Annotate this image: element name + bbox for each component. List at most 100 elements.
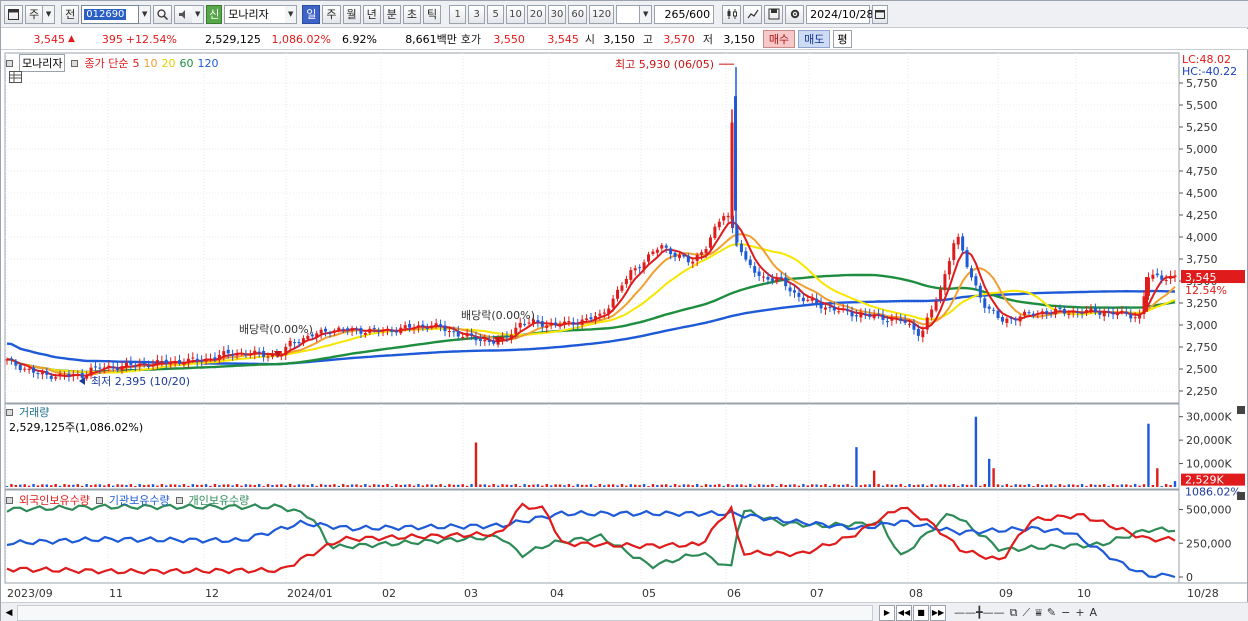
period-month[interactable]: 월 <box>342 4 361 24</box>
candle-body <box>186 358 190 364</box>
horizontal-scrollbar[interactable] <box>17 604 873 621</box>
calendar-icon[interactable] <box>872 4 889 24</box>
period-day[interactable]: 일 <box>302 4 321 24</box>
interval-30[interactable]: 30 <box>547 4 567 24</box>
interval-3[interactable]: 3 <box>468 4 486 24</box>
volume-bar <box>868 484 871 487</box>
zoom-out-icon[interactable]: − <box>1061 606 1070 620</box>
ma-10-label[interactable]: 10 <box>143 57 157 70</box>
candle-type-icon[interactable] <box>722 4 742 24</box>
ma-120-label[interactable]: 120 <box>197 57 218 70</box>
stock-name-dropdown-icon[interactable]: ▼ <box>285 4 298 24</box>
candle-body <box>377 330 381 332</box>
candle-body <box>624 278 628 285</box>
institution-holding-label[interactable]: 기관보유수량 <box>109 492 170 508</box>
stock-code-dropdown-icon[interactable]: ▼ <box>139 4 152 24</box>
ma-5-label[interactable]: 5 <box>132 57 139 70</box>
market-type-select[interactable]: 주 <box>25 4 44 24</box>
date-field[interactable]: 2024/10/28 <box>806 4 874 24</box>
buy-button[interactable]: 매수 <box>762 30 796 48</box>
candle-body <box>368 328 372 333</box>
interval-1[interactable]: 1 <box>449 4 467 24</box>
indicator-icon[interactable] <box>743 4 763 24</box>
stock-name-legend[interactable]: 모나리자 <box>19 54 66 72</box>
period-year[interactable]: 년 <box>362 4 381 24</box>
interval-20[interactable]: 20 <box>526 4 546 24</box>
zoom-slider-icon[interactable]: ——╋—— <box>954 606 1005 620</box>
interval-custom-input[interactable] <box>616 4 641 24</box>
ma-20-label[interactable]: 20 <box>161 57 175 70</box>
volume-bar <box>1001 485 1004 487</box>
chart-area[interactable]: 5,750 5,500 5,250 5,000 4,750 4,500 4,250 4,000… <box>1 51 1248 602</box>
gear-icon[interactable] <box>785 4 805 24</box>
layout-icon[interactable]: ⧉ <box>1010 606 1018 620</box>
count-field[interactable]: 265/600 <box>654 4 715 24</box>
foreign-holding-label[interactable]: 외국인보유수량 <box>19 492 90 508</box>
stop-icon[interactable]: ■ <box>913 604 929 621</box>
interval-5[interactable]: 5 <box>487 4 505 24</box>
sell-button[interactable]: 매도 <box>798 30 831 48</box>
zoom-in-icon[interactable]: + <box>1075 606 1084 620</box>
play-icon[interactable]: ▶ <box>879 604 895 621</box>
candle-body <box>359 328 363 334</box>
volume-title[interactable]: 거래량 <box>19 404 49 420</box>
text-icon[interactable]: A <box>1090 606 1098 620</box>
speaker-icon[interactable] <box>174 4 194 24</box>
volume-bar <box>682 484 686 487</box>
candle-body <box>1111 311 1115 315</box>
rewind-icon[interactable]: ◀◀ <box>896 604 912 621</box>
speaker-dropdown-icon[interactable]: ▼ <box>192 4 205 24</box>
chart-window: 주 ▼ 전 012690 ▼ ▼ 신 모나리자 ▼ 일 주 월 년 분 초 틱 … <box>0 0 1248 621</box>
candle-body <box>890 318 894 321</box>
ma-60-label[interactable]: 60 <box>179 57 193 70</box>
ma-legend-label[interactable]: 종가 단순 <box>84 55 128 71</box>
prev-button[interactable]: 전 <box>61 4 80 24</box>
interval-120[interactable]: 120 <box>589 4 615 24</box>
fib-icon[interactable]: ⩸ <box>1035 606 1042 620</box>
period-week[interactable]: 주 <box>322 4 341 24</box>
holding-tick-label: 500,000 <box>1186 504 1232 517</box>
market-type-dropdown-icon[interactable]: ▼ <box>43 4 56 24</box>
toolbar: 주 ▼ 전 012690 ▼ ▼ 신 모나리자 ▼ 일 주 월 년 분 초 틱 … <box>1 1 1248 28</box>
candle-body <box>178 360 182 364</box>
volume-bar <box>284 485 287 487</box>
current-pct-tag-label: 12.54% <box>1185 284 1227 297</box>
interval-60[interactable]: 60 <box>568 4 588 24</box>
candle-body <box>638 267 642 269</box>
interval-10[interactable]: 10 <box>506 4 525 24</box>
y-tick-label: 5,750 <box>1186 77 1218 90</box>
candle-body <box>1062 309 1066 314</box>
period-second[interactable]: 초 <box>402 4 421 24</box>
volume-bar <box>359 485 363 487</box>
avg-button[interactable]: 평 <box>833 30 852 48</box>
candle-body <box>894 318 898 320</box>
volume-bar <box>27 485 31 487</box>
volume-bar <box>678 485 681 487</box>
volume-pct-tag-label: 1086.02% <box>1185 486 1241 499</box>
interval-dropdown-icon[interactable]: ▼ <box>640 4 653 24</box>
individual-holding-label[interactable]: 개인보유수량 <box>189 492 250 508</box>
quote-bar: 3,545 ▲ 395 +12.54% 2,529,125 1,086.02% … <box>1 29 1248 50</box>
volume-bar <box>72 484 75 487</box>
period-tick[interactable]: 틱 <box>423 4 442 24</box>
volume-bar <box>160 483 164 487</box>
candle-body <box>757 271 761 276</box>
save-icon[interactable] <box>764 4 784 24</box>
candle-body <box>107 365 111 367</box>
chart-canvas[interactable]: 5,750 5,500 5,250 5,000 4,750 4,500 4,250 4,000… <box>1 51 1248 602</box>
scroll-left-icon[interactable]: ◀ <box>1 605 17 621</box>
stock-code-input[interactable]: 012690 <box>81 4 140 24</box>
window-menu-icon[interactable] <box>4 4 23 24</box>
table-toggle-icon[interactable] <box>9 71 22 83</box>
period-minute[interactable]: 분 <box>382 4 401 24</box>
candle-body <box>1018 316 1022 322</box>
trend-line-icon[interactable]: ⟋ <box>1022 606 1030 620</box>
dividend-annotation-2: 배당락(0.00%) <box>461 309 535 322</box>
candle-body <box>1036 313 1040 315</box>
volume-bar <box>855 447 858 487</box>
pen-icon[interactable]: ✎ <box>1047 606 1056 620</box>
candle-body <box>142 362 146 365</box>
candle-body <box>744 251 748 260</box>
forward-icon[interactable]: ▶▶ <box>930 604 946 621</box>
search-icon[interactable] <box>153 4 173 24</box>
